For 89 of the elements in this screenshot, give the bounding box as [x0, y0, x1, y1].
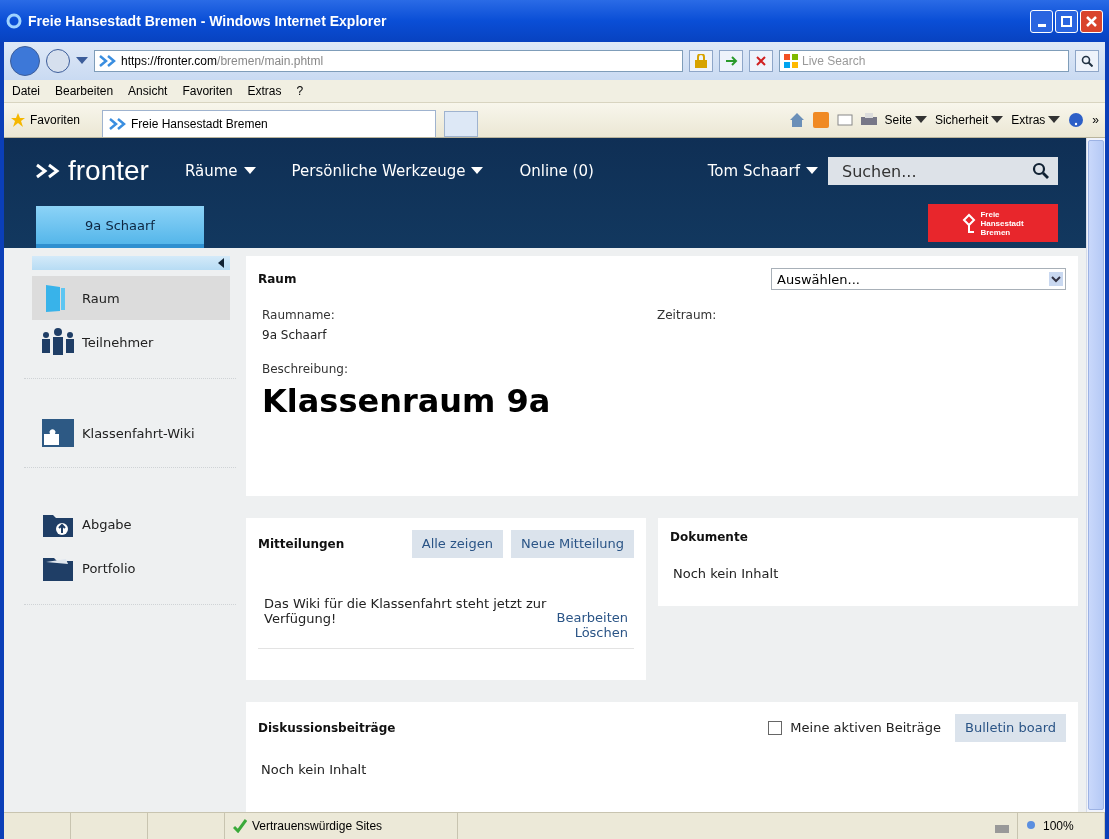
collapse-arrow-icon — [218, 258, 224, 268]
scrollbar[interactable] — [1086, 138, 1105, 812]
menu-item[interactable]: Bearbeiten — [55, 84, 114, 98]
search-button[interactable] — [1075, 50, 1099, 72]
search-field[interactable]: Suchen... — [828, 157, 1058, 185]
toolbar-menu[interactable]: Sicherheit — [934, 113, 1004, 127]
maximize-button[interactable] — [1055, 9, 1078, 33]
panel-title: Diskussionsbeiträge — [258, 720, 397, 735]
nav-menu[interactable]: Räume — [184, 162, 256, 180]
toolbar-menu[interactable]: Seite — [884, 113, 927, 127]
puzzle-icon — [40, 418, 76, 448]
panel-button[interactable]: Bulletin board — [955, 713, 1066, 742]
menu-item[interactable]: Ansicht — [128, 84, 168, 98]
field-label: Raumname: — [262, 308, 336, 322]
menu-item[interactable]: ? — [296, 84, 304, 98]
browser-logo-icon — [6, 13, 22, 29]
back-button[interactable] — [10, 46, 40, 76]
caret-icon — [76, 57, 88, 65]
people-icon — [40, 327, 76, 357]
toolbar-menu[interactable]: Extras — [1011, 113, 1061, 127]
browser-tab[interactable]: Freie Hansestadt Bremen — [102, 110, 437, 137]
forward-button[interactable] — [46, 49, 70, 73]
empty-message: Noch kein Inhalt — [672, 565, 780, 581]
sidebar-item[interactable]: Abgabe — [32, 502, 230, 546]
sidebar-item[interactable]: Teilnehmer — [32, 320, 230, 364]
padlock-icon — [695, 54, 707, 68]
sidebar-item[interactable]: Portfolio — [32, 546, 230, 590]
field-label: Zeitraum: — [657, 308, 718, 322]
panel-title: Mitteilungen — [258, 536, 346, 551]
zoom-control[interactable]: 100% — [1018, 813, 1105, 839]
panel-button[interactable]: Alle zeigen — [411, 529, 503, 558]
search-icon — [1032, 162, 1050, 180]
nav-menu[interactable]: Persönliche Werkzeuge — [291, 162, 484, 180]
close-button[interactable] — [1080, 9, 1103, 33]
room-description: Klassenraum 9a — [262, 382, 552, 420]
menu-item[interactable]: Extras — [247, 84, 282, 98]
fronter-logo[interactable]: fronter — [36, 155, 149, 187]
home-icon[interactable] — [788, 112, 805, 128]
double-chevron-icon — [109, 118, 128, 130]
panel-title: Raum — [258, 272, 297, 286]
search-icon — [1081, 55, 1093, 67]
caret-icon — [243, 167, 256, 175]
help-icon[interactable] — [1068, 112, 1085, 128]
security-zone: Vertrauenswürdige Sites — [225, 813, 458, 839]
select-dropdown[interactable]: Auswählen... — [771, 268, 1066, 290]
caret-icon — [1048, 116, 1061, 124]
caret-icon — [471, 167, 484, 175]
menu-item[interactable]: Datei — [12, 84, 40, 98]
close-icon — [1086, 15, 1097, 27]
check-icon — [233, 819, 247, 833]
empty-message: Noch kein Inhalt — [260, 761, 368, 777]
field-value: 9a Schaarf — [262, 328, 328, 342]
arrow-icon — [724, 55, 738, 67]
bremen-logo: Freie Hansestadt Bremen — [928, 204, 1058, 242]
panel-title: Dokumente — [670, 529, 749, 544]
caret-icon — [914, 116, 927, 124]
window-title: Freie Hansestadt Bremen - Windows Internet Explorer — [28, 13, 388, 29]
close-icon — [756, 56, 766, 66]
checkbox-label: Meine aktiven Beiträge — [790, 720, 941, 736]
user-menu[interactable]: Tom Schaarf — [707, 162, 818, 180]
more-button[interactable]: » — [1092, 113, 1099, 127]
message-text: Das Wiki für die Klassenfahrt steht jetzt zur Verfügung! — [264, 595, 548, 628]
room-tab[interactable]: 9a Schaarf — [36, 206, 204, 248]
panel-button[interactable]: Neue Mitteilung — [510, 529, 634, 558]
message-action-link[interactable]: Bearbeiten — [556, 609, 628, 625]
caret-icon — [806, 167, 818, 175]
star-icon — [10, 112, 26, 128]
field-label: Beschreibung: — [262, 362, 349, 376]
printer-icon[interactable] — [860, 113, 877, 127]
key-icon — [962, 212, 977, 234]
sidebar-item[interactable]: Raum — [32, 276, 230, 320]
menu-item[interactable]: Favoriten — [182, 84, 233, 98]
chevron-down-icon — [1049, 272, 1063, 286]
windows-logo-icon — [784, 54, 798, 68]
minimize-button[interactable] — [1030, 9, 1053, 33]
double-chevron-icon — [99, 55, 117, 67]
stop-button[interactable] — [749, 50, 773, 72]
message-action-link[interactable]: Löschen — [574, 624, 628, 640]
nav-menu[interactable]: Online (0) — [519, 162, 594, 180]
maximize-icon — [1061, 15, 1072, 27]
checkbox[interactable] — [768, 720, 783, 735]
address-field[interactable]: https://fronter.com/bremen/main.phtml — [94, 50, 683, 72]
refresh-button[interactable] — [719, 50, 743, 72]
feed-icon[interactable] — [812, 112, 829, 128]
caret-icon — [991, 116, 1004, 124]
double-chevron-icon — [36, 163, 62, 179]
sidebar-item[interactable]: Klassenfahrt-Wiki — [32, 413, 230, 453]
minimize-icon — [1037, 23, 1046, 27]
favorites-button[interactable]: Favoriten — [10, 112, 81, 128]
